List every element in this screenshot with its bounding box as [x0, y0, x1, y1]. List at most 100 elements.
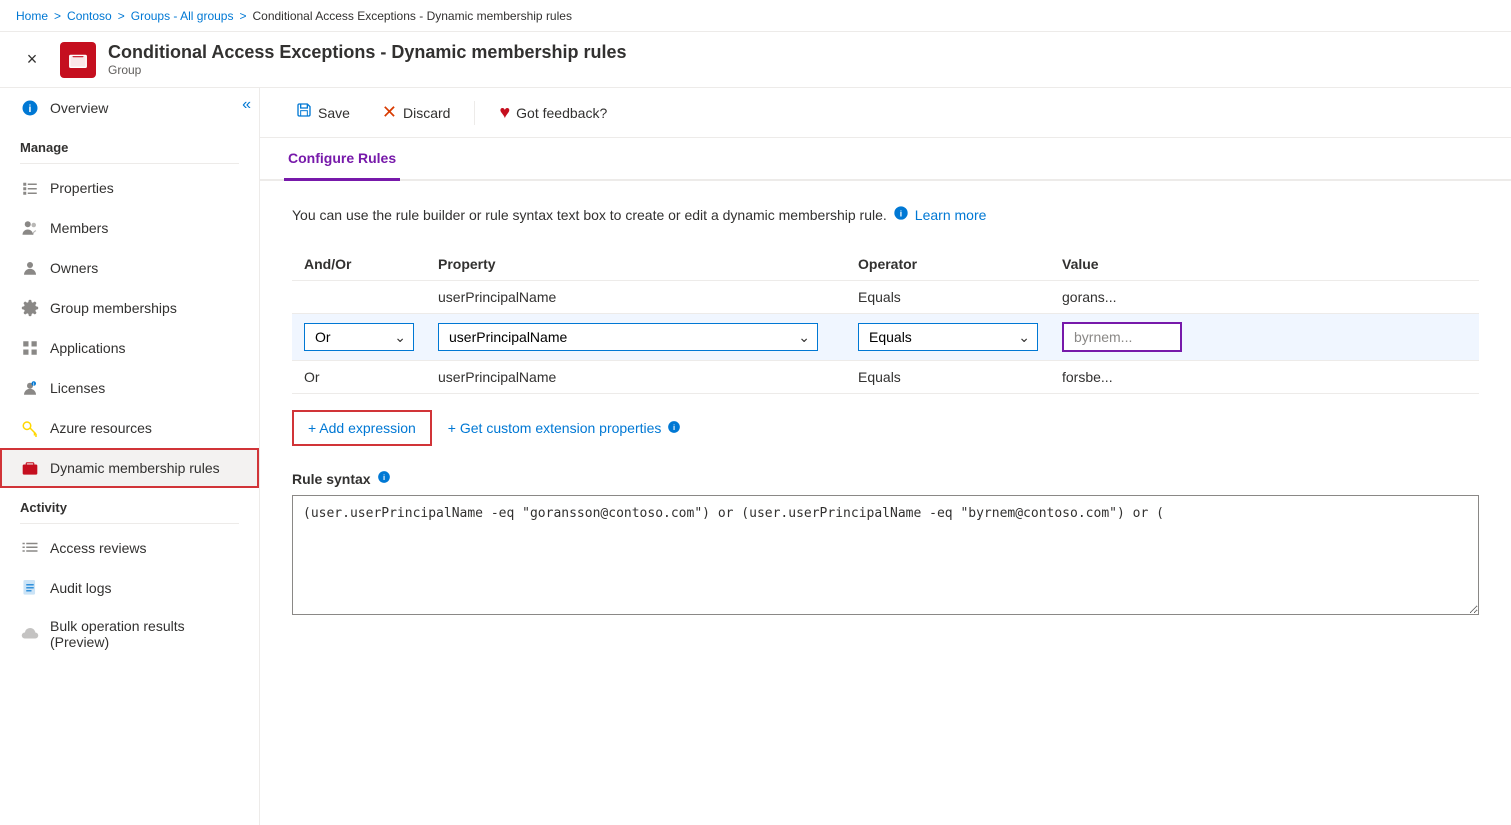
add-expression-button[interactable]: + Add expression — [292, 410, 432, 446]
learn-more-link[interactable]: Learn more — [915, 207, 987, 223]
breadcrumb-current: Conditional Access Exceptions - Dynamic … — [252, 9, 571, 23]
sidebar-item-overview-label: Overview — [50, 100, 108, 116]
breadcrumb-contoso[interactable]: Contoso — [67, 9, 112, 23]
edit-andor-cell: Or And — [292, 314, 426, 361]
rule-syntax-label: Rule syntax i — [292, 470, 1479, 487]
andor-select[interactable]: Or And — [304, 323, 414, 351]
sidebar-item-members[interactable]: Members — [0, 208, 259, 248]
save-button[interactable]: Save — [284, 96, 362, 129]
sidebar-item-properties[interactable]: Properties — [0, 168, 259, 208]
breadcrumb-sep-3: > — [239, 9, 246, 23]
sidebar-item-overview[interactable]: i Overview — [0, 88, 259, 128]
edit-operator-cell: Equals Not Equals Contains — [846, 314, 1050, 361]
list-icon — [20, 538, 40, 558]
grid-icon — [20, 338, 40, 358]
sidebar-item-group-memberships[interactable]: Group memberships — [0, 288, 259, 328]
sidebar-item-applications-label: Applications — [50, 340, 126, 356]
sidebar-item-access-reviews-label: Access reviews — [50, 540, 146, 556]
app-header: × Conditional Access Exceptions - Dynami… — [0, 32, 1511, 88]
sidebar-item-licenses-label: Licenses — [50, 380, 105, 396]
col-header-value: Value — [1050, 248, 1479, 281]
sidebar-item-group-memberships-label: Group memberships — [50, 300, 177, 316]
document-icon — [20, 578, 40, 598]
sidebar-item-azure-resources[interactable]: Azure resources — [0, 408, 259, 448]
col-header-property: Property — [426, 248, 846, 281]
breadcrumb: Home > Contoso > Groups - All groups > C… — [0, 0, 1511, 32]
sidebar-item-members-label: Members — [50, 220, 108, 236]
header-text: Conditional Access Exceptions - Dynamic … — [108, 42, 626, 77]
tabs-container: Configure Rules — [260, 138, 1511, 181]
sidebar-item-bulk-operation[interactable]: Bulk operation results (Preview) — [0, 608, 259, 660]
andor-select-wrapper: Or And — [304, 323, 414, 351]
sidebar-activity-label: Activity — [0, 488, 259, 519]
row3-value: forsbe... — [1050, 361, 1479, 394]
members-icon — [20, 218, 40, 238]
rules-table: And/Or Property Operator Value userPrinc… — [292, 248, 1479, 394]
value-input[interactable] — [1062, 322, 1182, 352]
operator-select[interactable]: Equals Not Equals Contains — [858, 323, 1038, 351]
sidebar-item-licenses[interactable]: i Licenses — [0, 368, 259, 408]
sidebar-divider-1 — [20, 163, 239, 164]
row3-property: userPrincipalName — [426, 361, 846, 394]
sidebar-item-properties-label: Properties — [50, 180, 114, 196]
sidebar-item-owners[interactable]: Owners — [0, 248, 259, 288]
custom-ext-label: + Get custom extension properties — [448, 420, 662, 436]
svg-text:i: i — [383, 473, 385, 482]
svg-text:i: i — [900, 208, 902, 218]
row3-operator: Equals — [846, 361, 1050, 394]
table-row: Or userPrincipalName Equals forsbe... — [292, 361, 1479, 394]
svg-text:i: i — [673, 422, 675, 431]
page-subtitle: Group — [108, 63, 626, 77]
row3-andor: Or — [292, 361, 426, 394]
toolbar-divider — [474, 101, 475, 125]
row1-value: gorans... — [1050, 281, 1479, 314]
operator-select-wrapper: Equals Not Equals Contains — [858, 323, 1038, 351]
info-text-body: You can use the rule builder or rule syn… — [292, 207, 887, 223]
save-label: Save — [318, 105, 350, 121]
bars-icon — [20, 178, 40, 198]
close-button[interactable]: × — [16, 44, 48, 76]
row1-property: userPrincipalName — [426, 281, 846, 314]
toolbar: Save ✕ Discard ♥ Got feedback? — [260, 88, 1511, 138]
property-select[interactable]: userPrincipalName displayName mail — [438, 323, 818, 351]
info-text: You can use the rule builder or rule syn… — [292, 205, 1479, 224]
feedback-label: Got feedback? — [516, 105, 607, 121]
rule-syntax-section: Rule syntax i — [292, 470, 1479, 618]
sidebar-collapse-button[interactable]: « — [242, 96, 251, 114]
sidebar-item-dynamic-membership-rules-label: Dynamic membership rules — [50, 460, 220, 476]
row1-operator: Equals — [846, 281, 1050, 314]
tab-configure-rules[interactable]: Configure Rules — [284, 138, 400, 181]
sidebar-item-dynamic-membership-rules[interactable]: Dynamic membership rules — [0, 448, 259, 488]
edit-property-cell: userPrincipalName displayName mail — [426, 314, 846, 361]
sidebar-item-owners-label: Owners — [50, 260, 98, 276]
sidebar-divider-2 — [20, 523, 239, 524]
info-icon: i — [20, 98, 40, 118]
property-select-wrapper: userPrincipalName displayName mail — [438, 323, 818, 351]
rule-syntax-info-icon: i — [377, 470, 391, 487]
svg-text:i: i — [29, 103, 32, 115]
discard-button[interactable]: ✕ Discard — [370, 96, 463, 129]
breadcrumb-groups[interactable]: Groups - All groups — [131, 9, 234, 23]
feedback-button[interactable]: ♥ Got feedback? — [487, 96, 619, 129]
breadcrumb-sep-1: > — [54, 9, 61, 23]
sidebar-item-applications[interactable]: Applications — [0, 328, 259, 368]
main-content: Save ✕ Discard ♥ Got feedback? Configure… — [260, 88, 1511, 825]
custom-extension-button[interactable]: + Get custom extension properties i — [448, 420, 682, 437]
sidebar: « i Overview Manage Properties — [0, 88, 260, 825]
content-area: You can use the rule builder or rule syn… — [260, 181, 1511, 642]
license-icon: i — [20, 378, 40, 398]
action-row: + Add expression + Get custom extension … — [292, 410, 1479, 446]
owners-icon — [20, 258, 40, 278]
sidebar-manage-label: Manage — [0, 128, 259, 159]
breadcrumb-home[interactable]: Home — [16, 9, 48, 23]
sidebar-item-audit-logs[interactable]: Audit logs — [0, 568, 259, 608]
header-icon — [60, 42, 96, 78]
sidebar-item-access-reviews[interactable]: Access reviews — [0, 528, 259, 568]
col-header-andor: And/Or — [292, 248, 426, 281]
breadcrumb-sep-2: > — [118, 9, 125, 23]
table-edit-row: Or And userPrincipalName displayName m — [292, 314, 1479, 361]
edit-value-cell — [1050, 314, 1479, 361]
discard-label: Discard — [403, 105, 450, 121]
custom-ext-info-icon: i — [667, 420, 681, 437]
rule-syntax-textarea[interactable] — [292, 495, 1479, 615]
